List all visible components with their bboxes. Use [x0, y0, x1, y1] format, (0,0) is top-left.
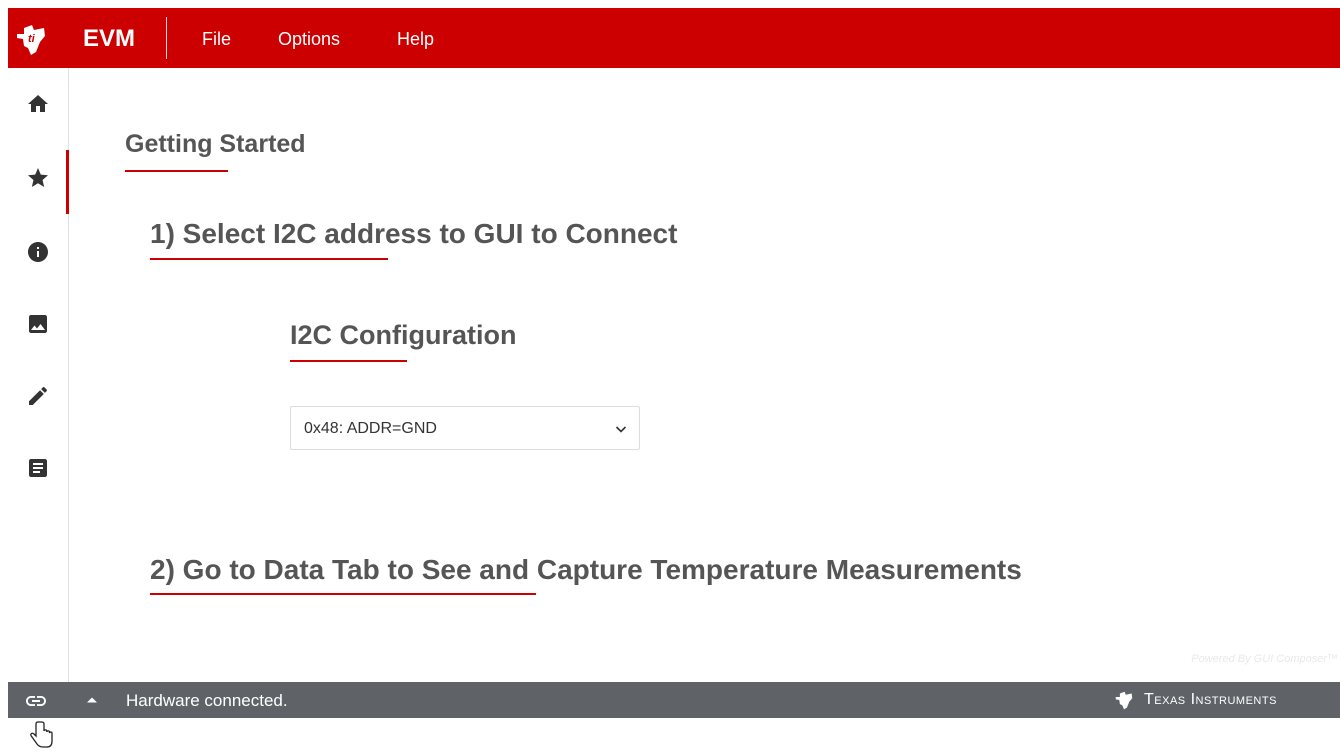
pencil-icon [29, 386, 48, 405]
info-icon [28, 242, 48, 262]
menu-options[interactable]: Options [278, 29, 340, 49]
app-window: ti EVM File Options Help Getting Started [8, 8, 1340, 752]
ti-brand-name: Texas Instruments [1144, 691, 1277, 708]
image-icon [29, 315, 47, 333]
connection-link-icon[interactable] [24, 689, 48, 713]
i2c-config-underline [290, 360, 407, 362]
i2c-address-value: 0x48: ADDR=GND [304, 420, 437, 437]
sidebar-item-favorites[interactable] [8, 150, 69, 214]
sidebar-item-info[interactable] [8, 228, 68, 276]
ti-logo-icon [1115, 691, 1133, 710]
menu-help[interactable]: Help [397, 29, 434, 49]
hand-cursor-icon [30, 721, 53, 748]
sidebar-item-notes[interactable] [8, 444, 68, 492]
notes-icon [29, 459, 47, 477]
sidebar-item-edit[interactable] [8, 372, 68, 420]
header-divider [166, 17, 167, 59]
step2-underline [150, 593, 536, 595]
star-icon [28, 168, 48, 187]
connection-status-text: Hardware connected. [126, 691, 288, 710]
ti-brand-logo: Texas Instruments [1114, 690, 1330, 712]
status-bar: Hardware connected. Texas Instruments [8, 682, 1340, 718]
step2-heading: 2) Go to Data Tab to See and Capture Tem… [150, 554, 1022, 585]
i2c-config-heading: I2C Configuration [290, 320, 517, 350]
i2c-address-select[interactable]: 0x48: ADDR=GND [290, 406, 640, 450]
page-title-underline [125, 170, 228, 172]
page-title: Getting Started [125, 130, 306, 158]
step1-underline [150, 258, 388, 260]
sidebar-item-image[interactable] [8, 300, 68, 348]
ti-logo-icon: ti [17, 25, 45, 55]
main-content: Getting Started 1) Select I2C address to… [69, 68, 1340, 682]
sidebar-item-home[interactable] [8, 80, 68, 128]
app-title: EVM [83, 25, 136, 52]
chevron-down-icon [615, 426, 627, 433]
sidebar-nav [8, 68, 69, 682]
svg-text:ti: ti [28, 33, 36, 45]
step1-heading: 1) Select I2C address to GUI to Connect [150, 218, 678, 249]
powered-by-label: Powered By GUI Composer™ [1191, 653, 1338, 665]
home-icon [28, 95, 48, 112]
caret-up-icon[interactable] [86, 694, 98, 706]
menu-file[interactable]: File [202, 29, 231, 49]
top-header: ti EVM File Options Help [8, 8, 1340, 68]
